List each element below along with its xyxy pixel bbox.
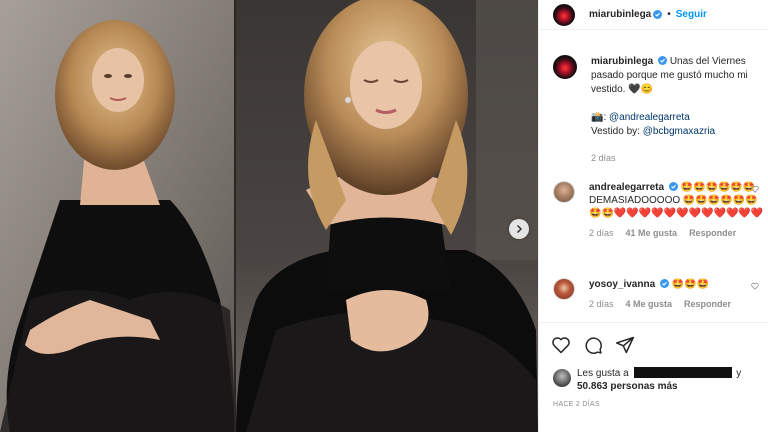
comment-text: 🤩🤩🤩 [671,279,710,290]
comment-bubble-icon[interactable] [583,335,603,355]
photo-woman-seated-left [0,0,236,432]
photo-woman-seated-right [236,0,538,432]
carousel-photo-1 [0,0,236,432]
post-media-carousel[interactable] [0,0,538,432]
redacted-username [633,367,732,378]
comment-item: yosoy_ivanna 🤩🤩🤩 2 días 4 Me gusta Respo… [553,278,765,311]
caption-time[interactable]: 2 días [591,151,765,165]
verified-badge-icon [658,56,668,65]
post-caption: miarubinlega Unas del Viernes pasado por… [553,55,765,165]
commenter-avatar[interactable] [553,278,575,300]
author-avatar[interactable] [553,3,575,26]
heart-icon[interactable] [751,185,759,193]
commenter-username[interactable]: yosoy_ivanna [589,279,655,290]
post-timestamp[interactable]: HACE 2 DÍAS [553,401,600,408]
comment-likes[interactable]: 41 Me gusta [626,227,678,240]
caption-username[interactable]: miarubinlega [591,56,653,67]
likes-summary: Les gusta a y 50.863 personas más [553,367,763,393]
comment-likes[interactable]: 4 Me gusta [626,298,673,311]
dress-credit-label: Vestido by: [591,126,643,137]
comment-reply-button[interactable]: Responder [684,298,731,311]
verified-badge-icon [668,182,678,191]
heart-icon[interactable] [751,282,759,290]
likes-prefix: Les gusta a [577,368,629,379]
comment-time[interactable]: 2 días [589,227,614,240]
comment-reply-button[interactable]: Responder [689,227,736,240]
likes-count[interactable]: 50.863 personas más [577,381,678,392]
header-separator: • [667,9,671,20]
heart-icon[interactable] [551,335,571,355]
caption-author-avatar[interactable] [553,55,577,79]
photo-credit-mention[interactable]: @andrealegarreta [609,112,690,123]
photo-credit-label: 📸: [591,112,610,123]
comment-item: andrealegarreta 🤩🤩🤩🤩🤩🤩 DEMASIADOOOOO 🤩🤩🤩… [553,181,765,240]
post-side-panel: miarubinlega • Seguir miarubinlega Unas … [538,0,768,432]
chevron-right-icon [516,224,523,234]
dress-credit-mention[interactable]: @bcbgmaxazria [643,126,715,137]
carousel-photo-2 [236,0,538,432]
follow-button[interactable]: Seguir [676,9,707,20]
liker-avatar[interactable] [553,369,571,387]
commenter-username[interactable]: andrealegarreta [589,182,664,193]
likes-connector: y [736,368,742,379]
verified-badge-icon [659,279,669,288]
author-username[interactable]: miarubinlega [589,9,651,20]
verified-badge-icon [653,10,663,19]
post-header: miarubinlega • Seguir [539,0,768,30]
comment-time[interactable]: 2 días [589,298,614,311]
post-actions [551,335,635,355]
commenter-avatar[interactable] [553,181,575,203]
actions-divider [539,322,768,323]
paper-plane-icon[interactable] [615,335,635,355]
carousel-next-button[interactable] [509,219,529,239]
